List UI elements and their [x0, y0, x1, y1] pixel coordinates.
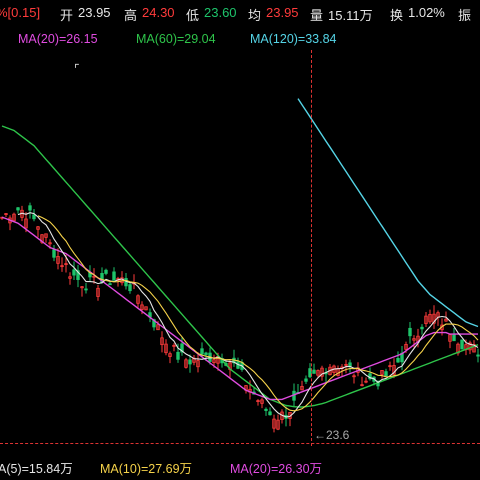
- candle-body: [28, 205, 32, 211]
- candle-body: [112, 271, 116, 281]
- moving-average-layer: [1, 98, 479, 418]
- price-chart-svg: [0, 98, 480, 433]
- volume-value: 15.11万: [328, 8, 373, 23]
- ma-line-ma10: [37, 215, 479, 412]
- candle-body: [264, 408, 268, 411]
- turnover-label: 换: [390, 8, 404, 23]
- vol-ma5-legend: A(5)=15.84万: [0, 462, 73, 476]
- candle-body: [104, 269, 108, 274]
- volume-legend: A(5)=15.84万 MA(10)=27.69万 MA(20)=26.30万: [0, 456, 480, 476]
- candle-body: [188, 359, 192, 365]
- open-value: 23.95: [78, 5, 111, 20]
- open-label: 开: [60, 8, 74, 23]
- high-value: 24.30: [142, 5, 175, 20]
- high-label: 高: [124, 8, 138, 23]
- avg-value: 23.95: [266, 5, 299, 20]
- candle-body: [176, 351, 180, 360]
- quote-header: %[0.15] 开 23.95 高 24.30 低 23.60 均 23.95 …: [0, 2, 480, 24]
- crosshair-horizontal: [0, 443, 480, 444]
- candle-body: [476, 354, 480, 357]
- volume-label: 量: [310, 8, 324, 23]
- kline-chart[interactable]: %[0.15] 开 23.95 高 24.30 低 23.60 均 23.95 …: [0, 0, 480, 480]
- ma60-legend: MA(60)=29.04: [136, 32, 216, 46]
- candle-body: [128, 284, 132, 292]
- crosshair-vertical: [311, 50, 312, 446]
- candle-body: [420, 326, 424, 330]
- corner-marker: ⌜: [74, 62, 80, 76]
- candle-body: [108, 283, 112, 286]
- candle-body: [84, 288, 88, 291]
- candle-body: [348, 362, 352, 367]
- candle-body: [384, 371, 388, 377]
- candle-body: [204, 352, 208, 355]
- ma-line-ma5: [17, 212, 479, 418]
- candle-body: [72, 269, 76, 276]
- avg-label: 均: [248, 8, 262, 23]
- vol-ma20-legend: MA(20)=26.30万: [230, 462, 323, 476]
- candle-body: [312, 369, 316, 374]
- ma120-legend: MA(120)=33.84: [250, 32, 337, 46]
- ma-legend: MA(20)=26.15 MA(60)=29.04 MA(120)=33.84: [0, 29, 480, 49]
- candle-body: [200, 348, 204, 355]
- candle-body: [452, 333, 456, 342]
- ma-line-ma120: [297, 98, 479, 328]
- candle-body: [268, 411, 272, 416]
- candle-body: [52, 249, 56, 258]
- low-label: 低: [186, 8, 200, 23]
- amplitude-label: 振: [458, 8, 472, 23]
- turnover-value: 1.02%: [408, 5, 445, 20]
- candle-body: [32, 214, 36, 220]
- low-price-marker: ←23.6: [314, 428, 350, 442]
- candle-body: [396, 358, 400, 363]
- candle-body: [304, 378, 308, 382]
- change-pct: %[0.15]: [0, 5, 41, 20]
- candle-body: [408, 327, 412, 337]
- candle-body: [460, 339, 464, 350]
- vol-ma10-legend: MA(10)=27.69万: [100, 462, 193, 476]
- low-value: 23.60: [204, 5, 237, 20]
- candle-body: [16, 207, 20, 211]
- ma20-legend: MA(20)=26.15: [18, 32, 98, 46]
- candlestick-layer: [0, 202, 480, 433]
